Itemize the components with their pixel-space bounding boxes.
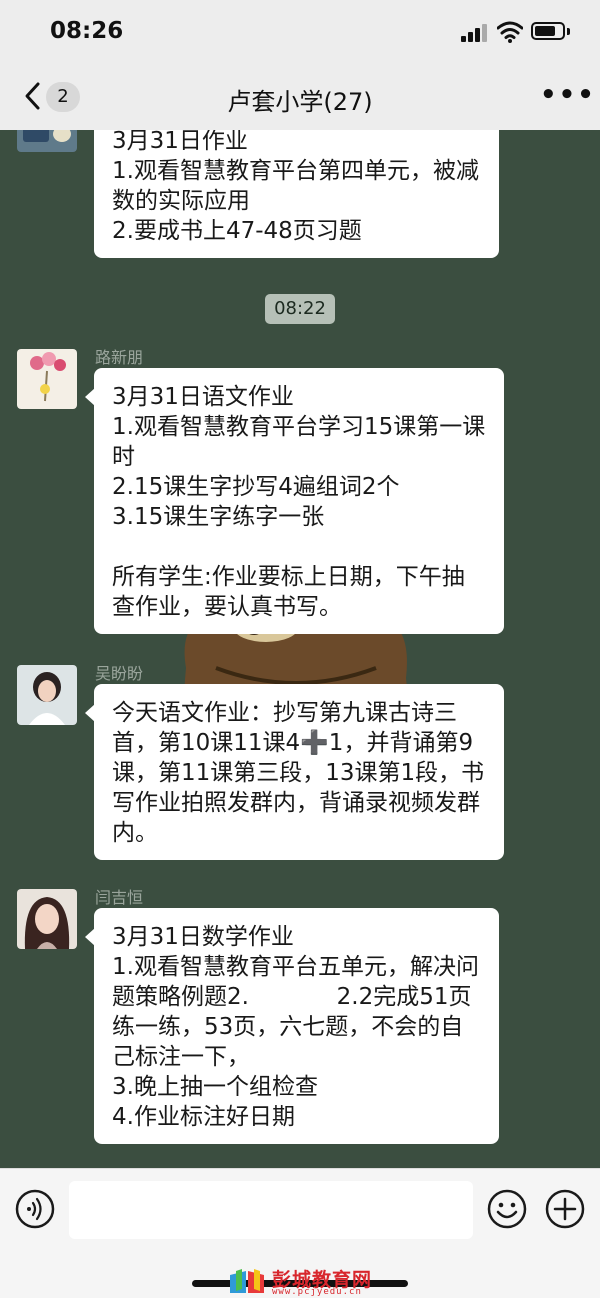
back-chevron-icon[interactable] — [18, 79, 48, 113]
status-bar: 08:26 — [0, 0, 600, 62]
watermark-url: www.pcjyedu.cn — [272, 1287, 362, 1297]
avatar[interactable] — [17, 889, 77, 949]
unread-count-badge[interactable]: 2 — [46, 82, 80, 112]
timestamp-chip: 08:22 — [265, 294, 335, 324]
message-bubble[interactable]: 3月31日语文作业 1.观看智慧教育平台学习15课第一课时 2.15课生字抄写4… — [85, 368, 504, 634]
avatar[interactable] — [17, 665, 77, 725]
status-time: 08:26 — [50, 18, 124, 44]
sender-name: 路新朋 — [95, 348, 144, 367]
chat-title[interactable]: 卢套小学(27) — [150, 82, 450, 117]
book-logo-icon — [230, 1269, 264, 1293]
chat-header: 2 卢套小学(27) ••• — [0, 62, 600, 130]
message-bubble[interactable]: 今天语文作业：抄写第九课古诗三首，第10课11课4➕1，并背诵第9课，第11课第… — [85, 684, 504, 860]
voice-icon[interactable] — [15, 1189, 55, 1229]
avatar[interactable] — [17, 130, 77, 152]
more-dots-icon[interactable]: ••• — [540, 80, 594, 110]
signal-icon — [461, 24, 489, 42]
input-bar: 彭城教育网 www.pcjyedu.cn — [0, 1168, 600, 1298]
message-input[interactable] — [69, 1181, 473, 1239]
plus-icon[interactable] — [545, 1189, 585, 1229]
wifi-icon — [497, 21, 523, 43]
message-list[interactable]: 3月31日作业 1.观看智慧教育平台第四单元，被减数的实际应用 2.要成书上47… — [0, 130, 600, 1168]
message-bubble[interactable]: 3月31日数学作业 1.观看智慧教育平台五单元，解决问题策略例题2. 2.2完成… — [85, 908, 499, 1144]
watermark: 彭城教育网 www.pcjyedu.cn — [228, 1265, 398, 1297]
emoji-icon[interactable] — [487, 1189, 527, 1229]
message-bubble[interactable]: 3月31日作业 1.观看智慧教育平台第四单元，被减数的实际应用 2.要成书上47… — [94, 130, 499, 258]
battery-icon — [531, 22, 565, 40]
battery-cap — [567, 28, 570, 35]
sender-name: 闫吉恒 — [95, 888, 144, 907]
avatar[interactable] — [17, 349, 77, 409]
sender-name: 吴盼盼 — [95, 664, 144, 683]
